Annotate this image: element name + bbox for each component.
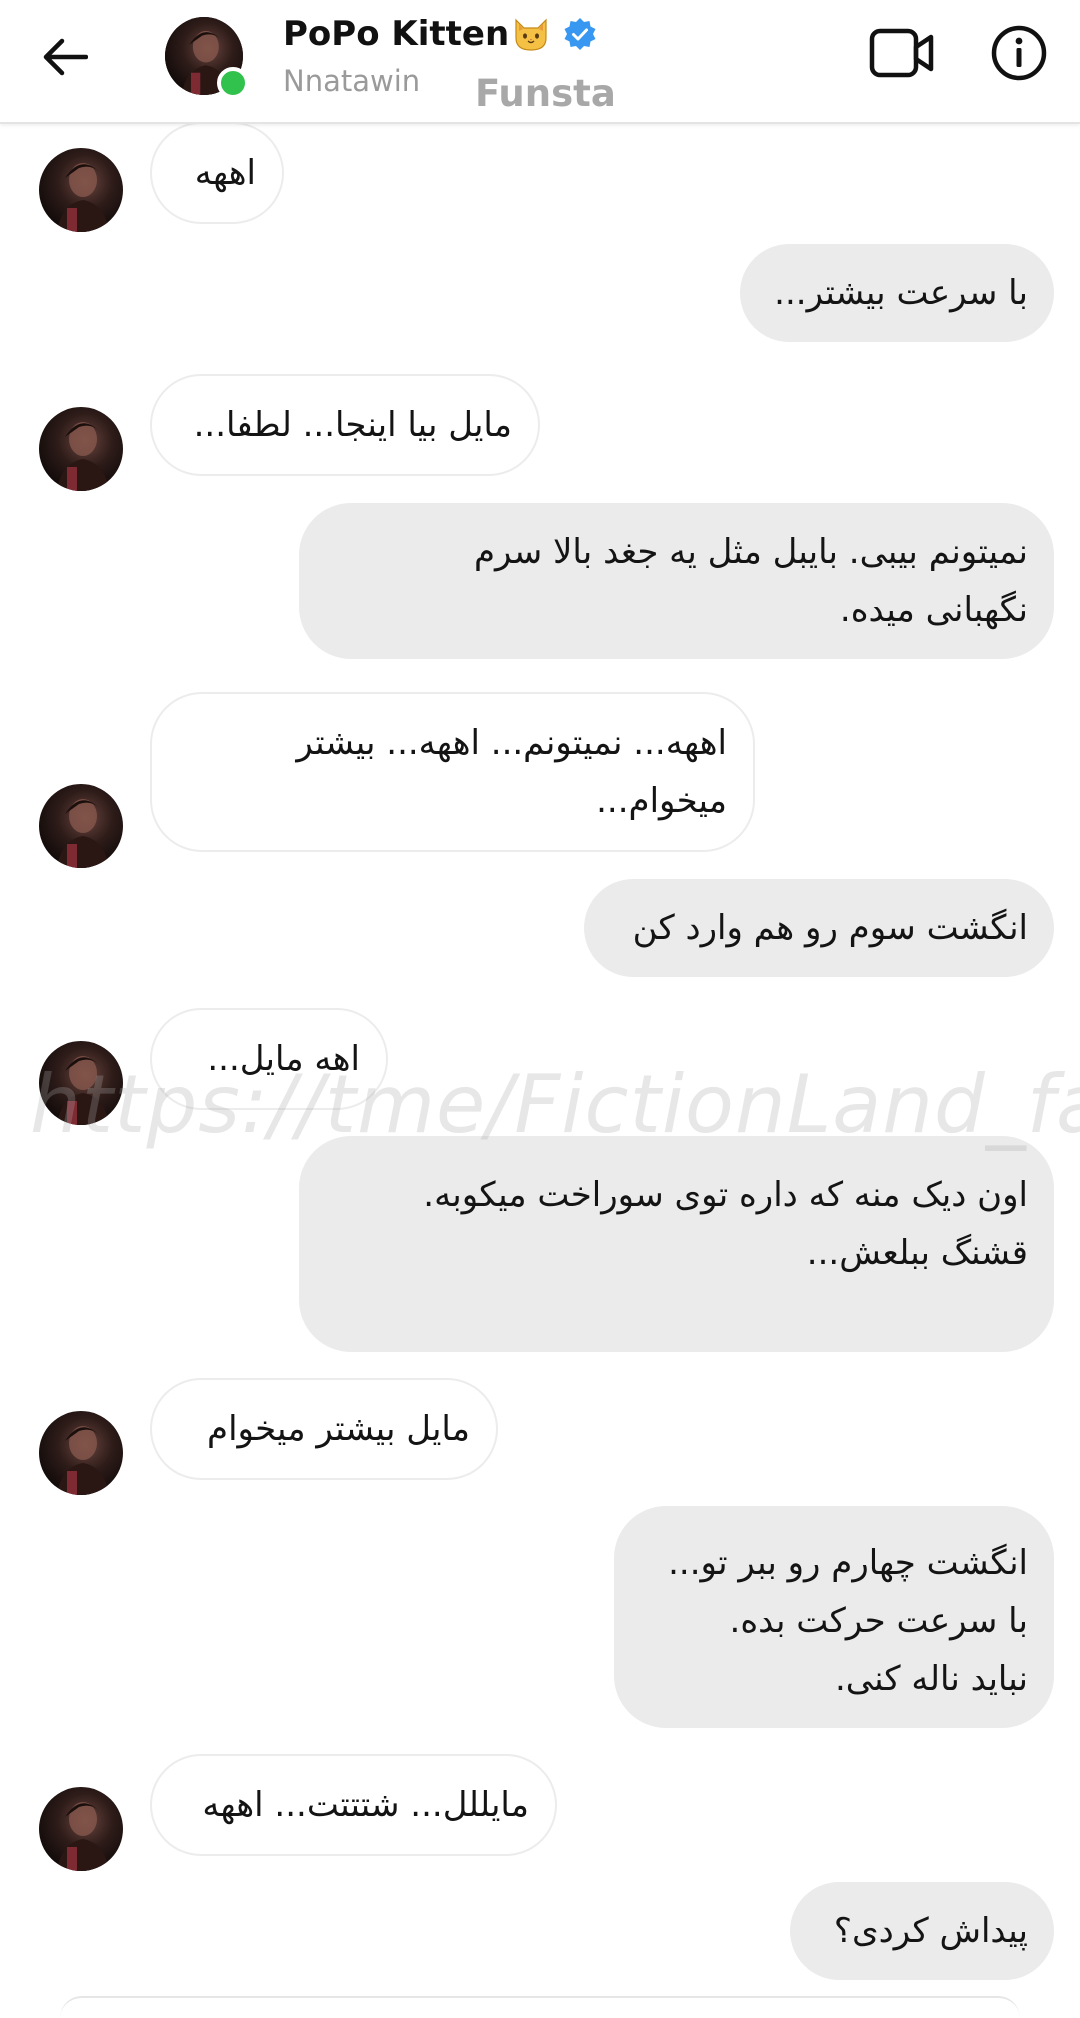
back-button[interactable] — [30, 22, 100, 92]
message-text: قشنگ ببلعش... — [806, 1233, 1028, 1273]
message-bubble-outgoing[interactable]: انگشت چهارم رو ببر تو... با سرعت حرکت بد… — [614, 1506, 1054, 1728]
message-bubble-outgoing[interactable]: پیداش کردی؟ — [790, 1882, 1054, 1980]
sender-avatar[interactable] — [39, 1411, 123, 1495]
contact-username: Nnatawin — [283, 64, 421, 98]
account-tag: Funsta — [475, 72, 616, 115]
info-button[interactable] — [984, 20, 1054, 86]
contact-name: PoPo Kitten — [283, 14, 510, 54]
message-text: پیداش کردی؟ — [833, 1911, 1028, 1951]
message-text: نمیتونم بیبی. بایبل مثل یه جغد بالا سرم — [473, 532, 1028, 572]
message-text: میخوام... — [596, 781, 727, 821]
message-text: با سرعت بیشتر... — [774, 273, 1028, 313]
message-text: انگشت سوم رو هم وارد کن — [632, 908, 1028, 948]
sender-avatar[interactable] — [39, 148, 123, 232]
sender-avatar[interactable] — [39, 407, 123, 491]
message-text: اههه... نمیتونم... اههه... بیشتر — [296, 723, 727, 763]
sender-avatar[interactable] — [39, 1787, 123, 1871]
message-bubble-incoming[interactable]: اههه — [150, 122, 284, 224]
avatar-photo — [39, 1041, 123, 1125]
message-text: انگشت چهارم رو ببر تو... — [668, 1543, 1028, 1583]
message-bubble-outgoing[interactable]: با سرعت بیشتر... — [740, 244, 1054, 342]
avatar-photo — [39, 1411, 123, 1495]
message-bubble-incoming[interactable]: مایللل... شتتتت... اههه — [150, 1754, 557, 1856]
chat-thread[interactable]: اههه با سرعت بیشتر... مایل بیا اینجا... … — [0, 0, 1080, 2003]
message-bubble-incoming[interactable]: اههه... نمیتونم... اههه... بیشتر میخوام.… — [150, 692, 755, 852]
message-text: نگهبانی میده. — [839, 590, 1028, 630]
message-text: اون دیک منه که داره توی سوراخت میکوبه. — [423, 1175, 1028, 1215]
message-bubble-incoming[interactable]: مایل بیشتر میخوام — [150, 1378, 498, 1480]
message-text: اههه — [194, 153, 256, 193]
video-camera-icon — [869, 28, 934, 78]
sender-avatar[interactable] — [39, 784, 123, 868]
contact-avatar[interactable] — [165, 17, 249, 99]
message-text: اهه مایل... — [207, 1039, 360, 1079]
message-text: با سرعت حرکت بده. — [729, 1601, 1028, 1641]
chat-header: PoPo Kitten Nnatawin Funsta — [0, 0, 1080, 124]
avatar-photo — [39, 784, 123, 868]
arrow-left-icon — [43, 38, 88, 76]
verified-badge-icon — [564, 18, 596, 50]
contact-name-row[interactable]: PoPo Kitten — [283, 14, 597, 54]
avatar-photo — [39, 1787, 123, 1871]
message-bubble-outgoing[interactable]: نمیتونم بیبی. بایبل مثل یه جغد بالا سرم … — [299, 503, 1054, 659]
message-text: مایل بیشتر میخوام — [207, 1409, 470, 1449]
message-bubble-outgoing[interactable]: انگشت سوم رو هم وارد کن — [584, 879, 1054, 977]
cat-face-icon — [515, 18, 547, 51]
avatar-photo — [39, 407, 123, 491]
info-circle-icon — [991, 25, 1047, 81]
sender-avatar[interactable] — [39, 1041, 123, 1125]
message-bubble-incoming[interactable]: اهه مایل... — [150, 1008, 388, 1110]
message-text: مایللل... شتتتت... اههه — [202, 1785, 529, 1825]
message-text: مایل بیا اینجا... لطفا... — [193, 405, 512, 445]
message-bubble-outgoing[interactable]: اون دیک منه که داره توی سوراخت میکوبه. ق… — [299, 1136, 1054, 1352]
composer-edge — [60, 1996, 1020, 2018]
avatar-photo — [39, 148, 123, 232]
message-bubble-incoming[interactable]: مایل بیا اینجا... لطفا... — [150, 374, 540, 476]
message-text: نباید ناله کنی. — [834, 1659, 1028, 1699]
video-call-button[interactable] — [864, 20, 940, 86]
online-status-dot — [217, 67, 249, 99]
